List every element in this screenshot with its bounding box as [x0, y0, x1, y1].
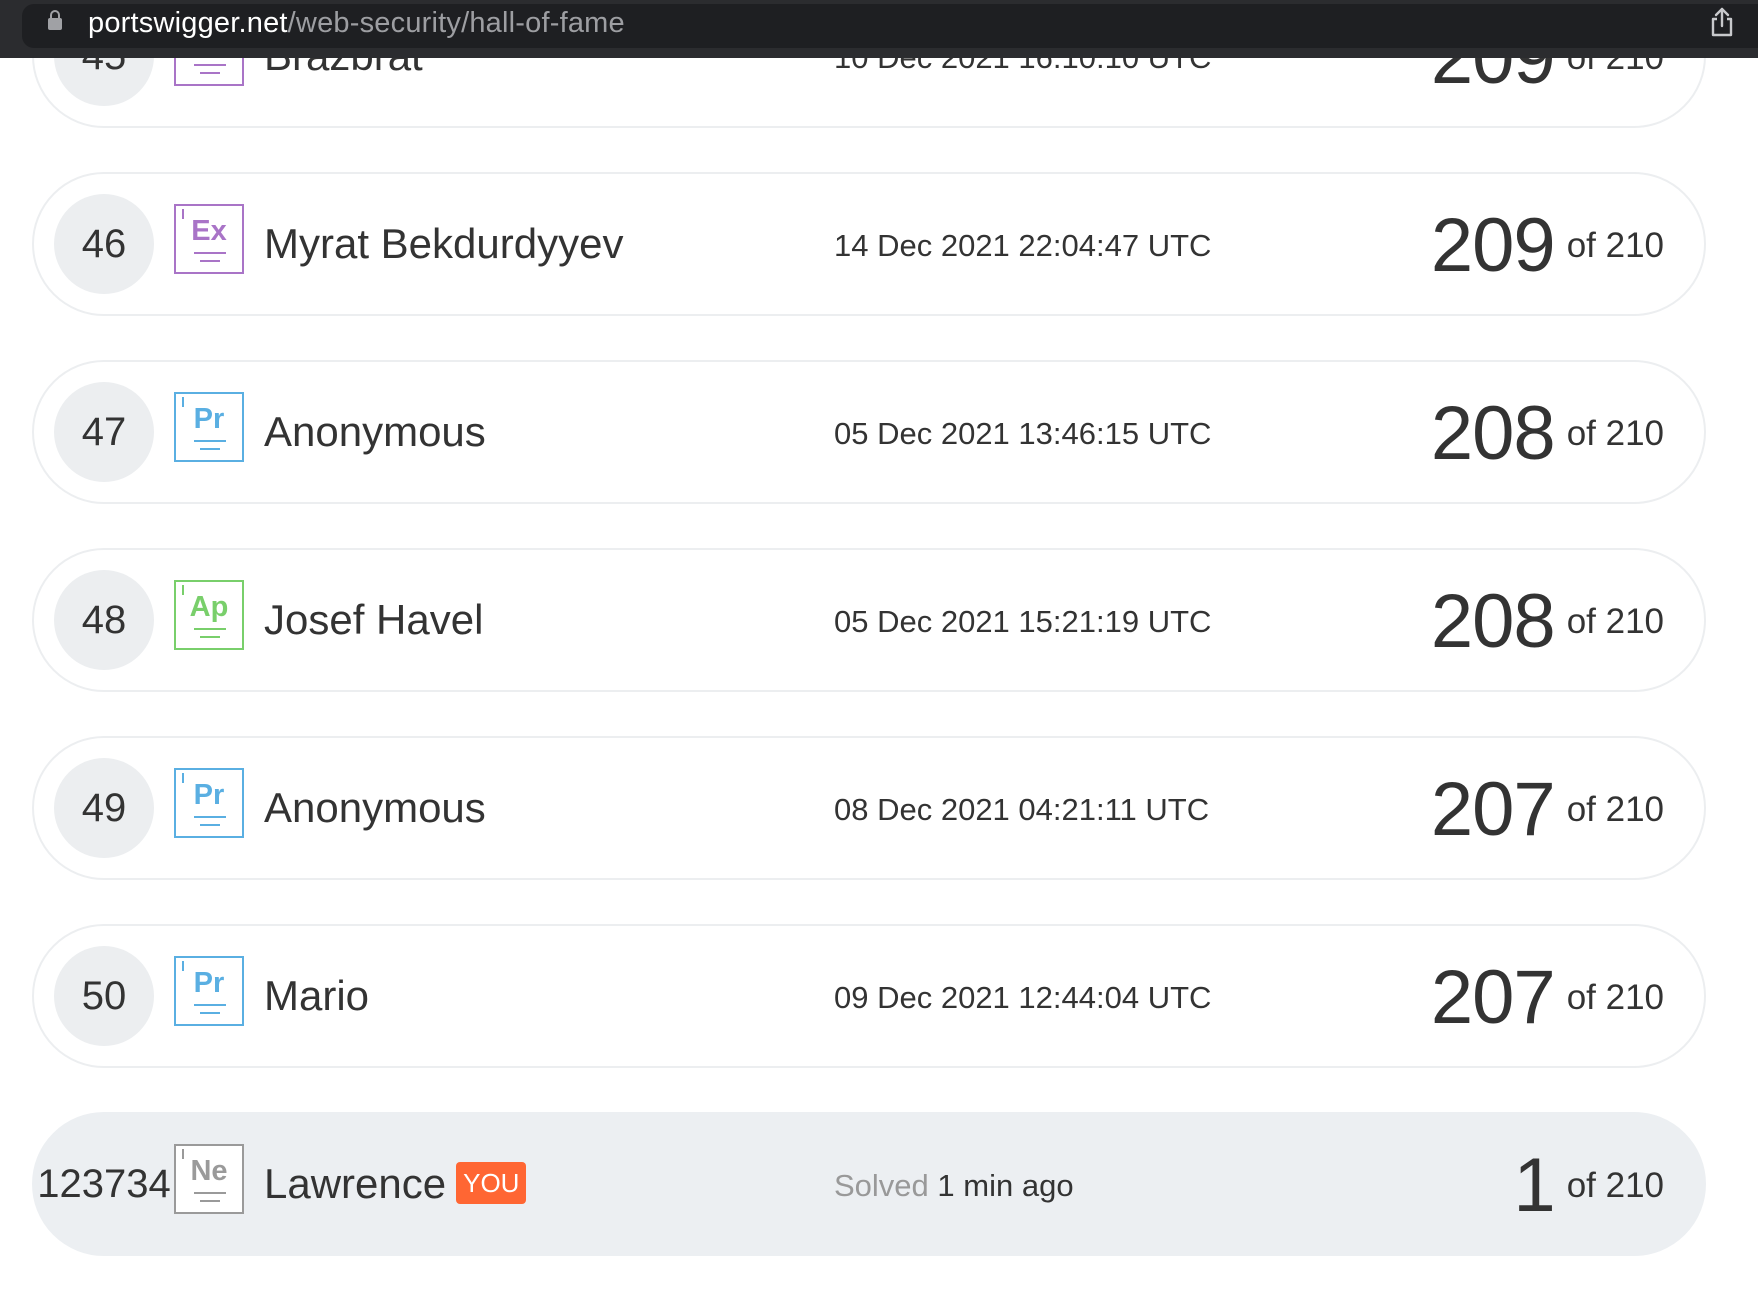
completion-time: 09 Dec 2021 12:44:04 UTC — [834, 980, 1212, 1015]
url-path: /web-security/hall-of-fame — [287, 7, 625, 39]
hall-of-fame-leaderboard: 45 Brazbrat 10 Dec 2021 16:10:10 UTC 209… — [0, 0, 1758, 1298]
score: 208 of 210 — [1431, 574, 1664, 670]
player-name: Lawrence — [264, 1160, 447, 1207]
score: 207 of 210 — [1431, 950, 1664, 1046]
rank-number: 48 — [54, 570, 154, 670]
browser-toolbar: portswigger.net/web-security/hall-of-fam… — [0, 0, 1758, 58]
score-total: of 210 — [1566, 414, 1664, 453]
badge-symbol: Ex — [191, 215, 227, 247]
score-value: 207 — [1430, 955, 1556, 1040]
leaderboard-row-48[interactable]: 48 Ap Josef Havel 05 Dec 2021 15:21:19 U… — [32, 548, 1706, 692]
share-icon[interactable] — [1708, 6, 1736, 38]
url-text[interactable]: portswigger.net/web-security/hall-of-fam… — [88, 5, 625, 41]
leaderboard-row-46[interactable]: 46 Ex Myrat Bekdurdyyev 14 Dec 2021 22:0… — [32, 172, 1706, 316]
score-total: of 210 — [1566, 602, 1664, 641]
rank-number: 50 — [54, 946, 154, 1046]
score-value: 208 — [1430, 579, 1556, 664]
player-name: Mario — [264, 972, 370, 1019]
player-name: Anonymous — [264, 408, 486, 455]
score: 208 of 210 — [1431, 386, 1664, 482]
rank-number: 123734 — [37, 1162, 171, 1206]
solved-ago: 1 min ago — [937, 1168, 1074, 1203]
leaderboard-row-49[interactable]: 49 Pr Anonymous 08 Dec 2021 04:21:11 UTC… — [32, 736, 1706, 880]
solved-label: Solved — [834, 1168, 929, 1203]
lock-icon — [48, 10, 62, 30]
score-total: of 210 — [1566, 978, 1664, 1017]
practitioner-badge-icon: Pr — [174, 392, 244, 462]
leaderboard-row-current-user[interactable]: 123734 Ne Lawrence YOU Solved 1 min ago 1… — [32, 1112, 1706, 1256]
leaderboard-row-47[interactable]: 47 Pr Anonymous 05 Dec 2021 13:46:15 UTC… — [32, 360, 1706, 504]
score-value: 208 — [1430, 391, 1556, 476]
score-total: of 210 — [1566, 226, 1664, 265]
leaderboard-row-50[interactable]: 50 Pr Mario 09 Dec 2021 12:44:04 UTC 207… — [32, 924, 1706, 1068]
completion-time: 08 Dec 2021 04:21:11 UTC — [834, 792, 1210, 827]
rank-number: 46 — [54, 194, 154, 294]
player-name: Myrat Bekdurdyyev — [264, 220, 624, 267]
solved-time: Solved 1 min ago — [834, 1166, 1074, 1206]
score: 207 of 210 — [1431, 762, 1664, 858]
completion-time: 05 Dec 2021 15:21:19 UTC — [834, 604, 1212, 639]
practitioner-badge-icon: Pr — [174, 768, 244, 838]
player-name: Josef Havel — [264, 596, 484, 643]
score: 209 of 210 — [1431, 198, 1664, 294]
score-total: of 210 — [1566, 790, 1664, 829]
rank-number: 49 — [54, 758, 154, 858]
badge-symbol: Pr — [193, 403, 225, 435]
player-name-container: Lawrence YOU — [264, 1154, 527, 1214]
score-value: 207 — [1430, 767, 1556, 852]
rank-number: 47 — [54, 382, 154, 482]
completion-time: 05 Dec 2021 13:46:15 UTC — [834, 416, 1212, 451]
badge-symbol: Pr — [193, 779, 225, 811]
url-host: portswigger.net — [88, 7, 288, 39]
apprentice-badge-icon: Ap — [174, 580, 244, 650]
score-value: 1 — [1513, 1143, 1555, 1228]
completion-time: 14 Dec 2021 22:04:47 UTC — [834, 228, 1212, 263]
practitioner-badge-icon: Pr — [174, 956, 244, 1026]
badge-symbol: Pr — [193, 967, 225, 999]
score-value: 209 — [1430, 203, 1556, 288]
expert-badge-icon: Ex — [174, 204, 244, 274]
score: 1 of 210 — [1513, 1138, 1664, 1234]
score-total: of 210 — [1566, 1166, 1664, 1205]
badge-symbol: Ap — [189, 591, 229, 623]
newcomer-badge-icon: Ne — [174, 1144, 244, 1214]
badge-symbol: Ne — [190, 1155, 228, 1187]
you-badge: YOU — [456, 1161, 527, 1204]
player-name: Anonymous — [264, 784, 486, 831]
